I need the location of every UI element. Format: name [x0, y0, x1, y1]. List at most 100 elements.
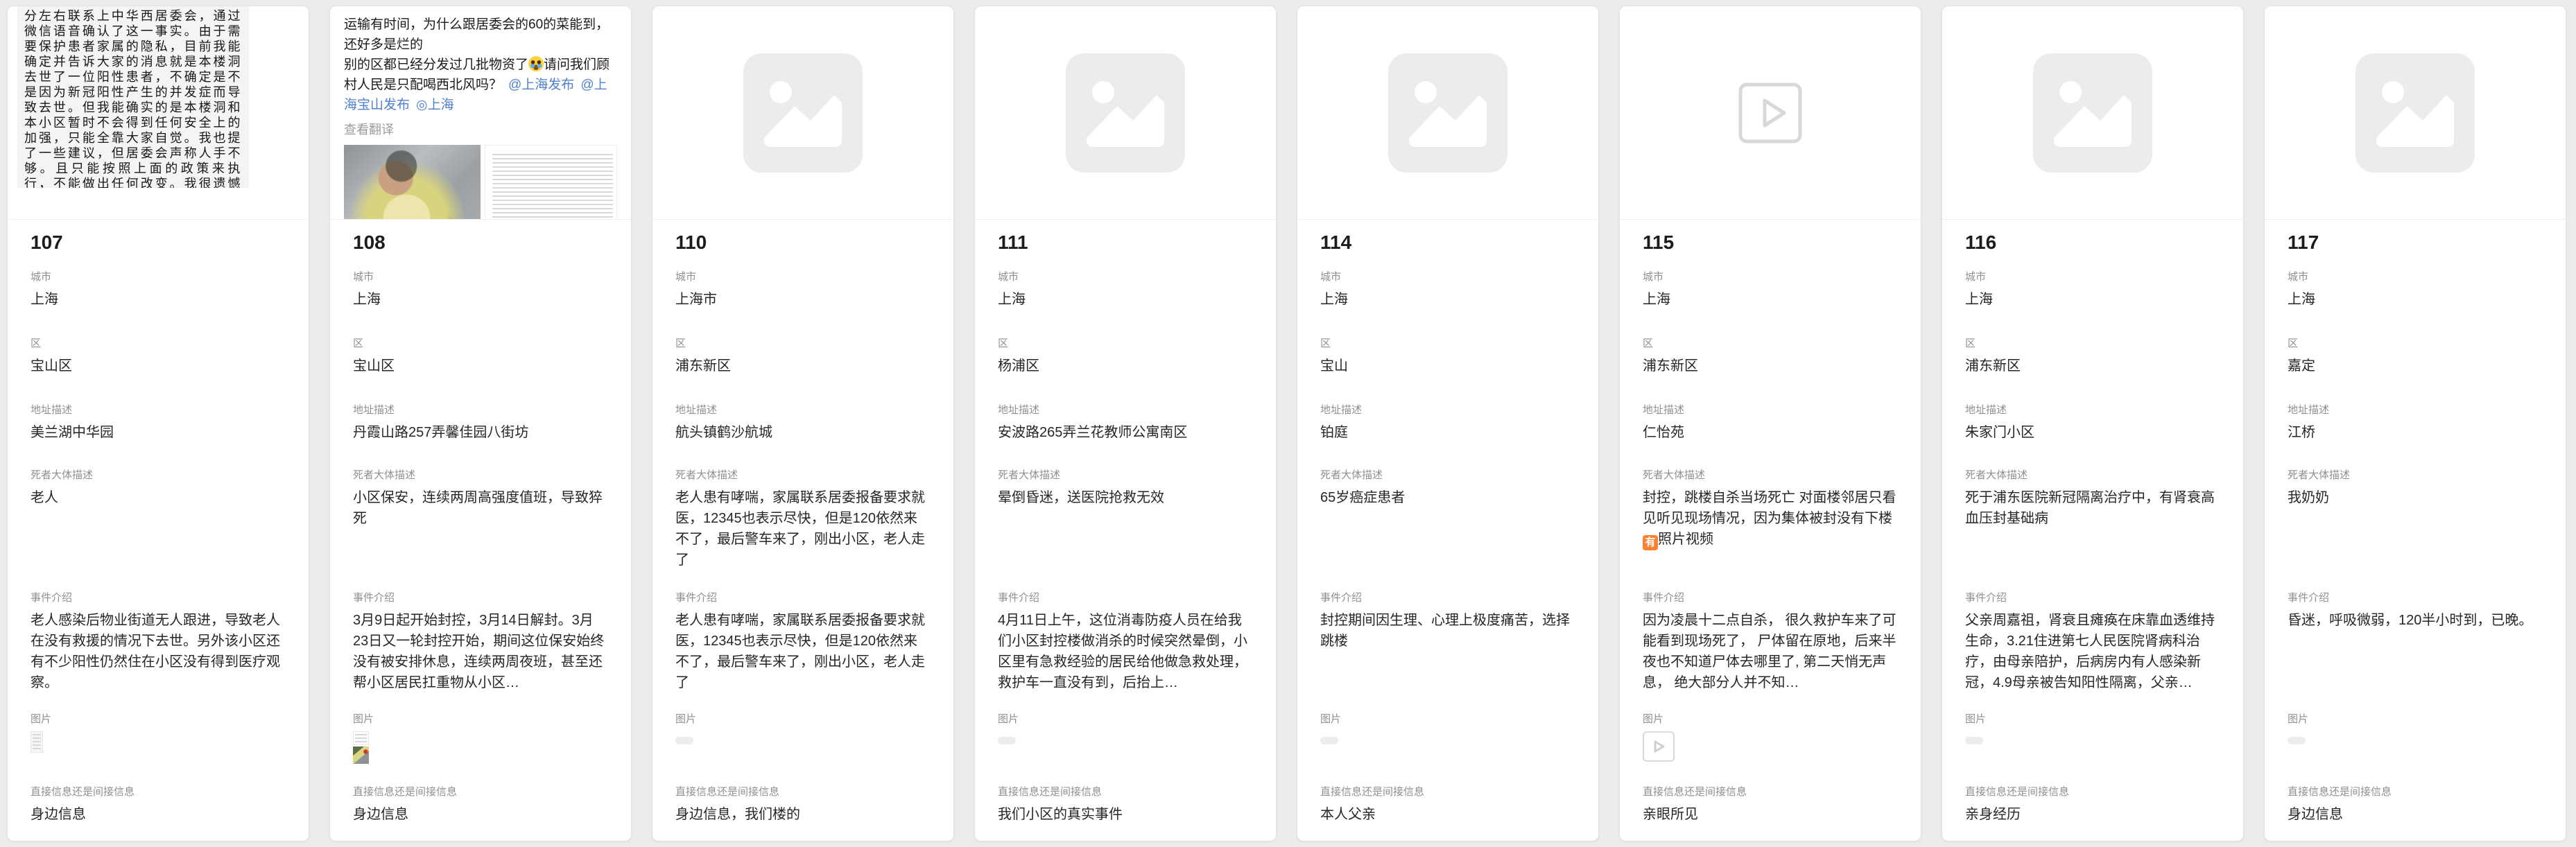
field-city: 城市 上海	[1320, 271, 1575, 338]
mention-link[interactable]: @上海发布	[508, 78, 574, 92]
field-event-intro: 事件介绍 父亲周嘉祖，肾衰且瘫痪在床靠血透维持生命，3.21住进第七人民医院肾病…	[1965, 592, 2220, 713]
case-card[interactable]: 115 城市 上海 区 浦东新区 地址描述 仁怡苑 死者大体描述 封控，跳楼自杀…	[1619, 6, 1921, 841]
field-label-event: 事件介绍	[1965, 592, 2220, 604]
field-label-deceased: 死者大体描述	[353, 469, 608, 482]
case-card[interactable]: 117 城市 上海 区 嘉定 地址描述 江桥 死者大体描述 我奶奶 事件介绍 昏…	[2264, 6, 2566, 841]
field-event-intro: 事件介绍 因为凌晨十二点自杀， 很久救护车来了可能看到现场死了， 尸体留在原地，…	[1643, 592, 1898, 713]
field-deceased-description: 死者大体描述 65岁癌症患者	[1320, 469, 1575, 592]
case-card[interactable]: 运输有时间，为什么跟居委会的60的菜能到，还好多是烂的别的区都已经分发过几批物资…	[329, 6, 632, 841]
image-placeholder-icon	[2033, 53, 2152, 173]
image-placeholder-icon	[743, 53, 863, 173]
field-value-district: 杨浦区	[998, 356, 1253, 376]
card-body: 116 城市 上海 区 浦东新区 地址描述 朱家门小区 死者大体描述 死于浦东医…	[1942, 220, 2243, 825]
video-play-icon	[1738, 82, 1802, 143]
field-label-event: 事件介绍	[675, 592, 931, 604]
image-placeholder	[1297, 6, 1598, 219]
mention-link[interactable]: ◎上海	[416, 98, 454, 112]
media-social-post: 运输有时间，为什么跟居委会的60的菜能到，还好多是烂的别的区都已经分发过几批物资…	[330, 6, 631, 220]
image-thumbnail[interactable]	[998, 737, 1016, 744]
field-image: 图片	[2288, 713, 2543, 786]
field-event-intro: 事件介绍 昏迷，呼吸微弱，120半小时到，已晚。	[2288, 592, 2543, 713]
field-address: 地址描述 丹霞山路257弄馨佳园八街坊	[353, 404, 608, 469]
card-number: 111	[998, 220, 1253, 271]
card-media[interactable]: 运输有时间，为什么跟居委会的60的菜能到，还好多是烂的别的区都已经分发过几批物资…	[330, 6, 631, 220]
field-image: 图片	[1643, 713, 1898, 786]
post-text: 运输有时间，为什么跟居委会的60的菜能到，还好多是烂的别的区都已经分发过几批物资…	[344, 15, 617, 115]
field-label-city: 城市	[1965, 271, 2220, 283]
case-card[interactable]: 分左右联系上中华西居委会，通过微信语音确认了这一事实。由于需要保护患者家属的隐私…	[7, 6, 309, 841]
video-placeholder[interactable]	[1620, 6, 1921, 219]
image-thumbnail[interactable]	[675, 737, 693, 744]
field-deceased-description: 死者大体描述 我奶奶	[2288, 469, 2543, 592]
card-media[interactable]	[1942, 6, 2243, 220]
field-label-district: 区	[31, 338, 286, 350]
card-media[interactable]: 分左右联系上中华西居委会，通过微信语音确认了这一事实。由于需要保护患者家属的隐私…	[8, 6, 309, 220]
see-translation-link[interactable]: 查看翻译	[344, 120, 617, 138]
field-district: 区 浦东新区	[1965, 338, 2220, 404]
field-label-address: 地址描述	[675, 404, 931, 417]
field-label-direct: 直接信息还是间接信息	[1320, 786, 1575, 798]
field-value-city: 上海	[31, 289, 286, 310]
field-value-city: 上海	[1965, 289, 2220, 310]
card-media[interactable]	[975, 6, 1276, 220]
cabbage-photo[interactable]	[344, 145, 481, 220]
cards-row: 分左右联系上中华西居委会，通过微信语音确认了这一事实。由于需要保护患者家属的隐私…	[0, 0, 2576, 847]
field-value-district: 浦东新区	[1643, 356, 1898, 376]
card-media[interactable]	[652, 6, 953, 220]
image-thumbnail[interactable]	[353, 731, 369, 745]
field-direct-or-indirect: 直接信息还是间接信息 身边信息，我们楼的	[675, 786, 931, 825]
field-image: 图片	[998, 713, 1253, 786]
field-city: 城市 上海	[2288, 271, 2543, 338]
field-value-direct: 身边信息	[31, 804, 286, 825]
field-value-address: 安波路265弄兰花教师公寓南区	[998, 422, 1253, 443]
field-label-deceased: 死者大体描述	[998, 469, 1253, 482]
case-card[interactable]: 110 城市 上海市 区 浦东新区 地址描述 航头镇鹤沙航城 死者大体描述 老人…	[652, 6, 954, 841]
case-card[interactable]: 114 城市 上海 区 宝山 地址描述 铂庭 死者大体描述 65岁癌症患者 事件…	[1297, 6, 1599, 841]
field-deceased-description: 死者大体描述 老人患有哮喘，家属联系居委报备要求就医，12345也表示尽快，但是…	[675, 469, 931, 592]
field-value-district: 宝山区	[31, 356, 286, 376]
field-value-city: 上海	[2288, 289, 2543, 310]
image-thumbnails[interactable]	[353, 731, 608, 764]
card-body: 114 城市 上海 区 宝山 地址描述 铂庭 死者大体描述 65岁癌症患者 事件…	[1297, 220, 1598, 825]
case-card[interactable]: 111 城市 上海 区 杨浦区 地址描述 安波路265弄兰花教师公寓南区 死者大…	[974, 6, 1277, 841]
video-thumbnail[interactable]	[1643, 731, 1675, 762]
image-placeholder	[652, 6, 953, 219]
field-direct-or-indirect: 直接信息还是间接信息 本人父亲	[1320, 786, 1575, 825]
field-direct-or-indirect: 直接信息还是间接信息 亲身经历	[1965, 786, 2220, 825]
image-thumbnail[interactable]	[1965, 737, 1983, 744]
field-label-image: 图片	[1965, 713, 2220, 726]
field-label-direct: 直接信息还是间接信息	[31, 786, 286, 798]
card-media[interactable]	[1620, 6, 1921, 220]
case-card[interactable]: 116 城市 上海 区 浦东新区 地址描述 朱家门小区 死者大体描述 死于浦东医…	[1942, 6, 2244, 841]
field-label-event: 事件介绍	[353, 592, 608, 604]
field-city: 城市 上海	[998, 271, 1253, 338]
image-thumbnail[interactable]	[2288, 737, 2306, 744]
image-thumbnail[interactable]	[353, 746, 369, 764]
field-label-image: 图片	[2288, 713, 2543, 726]
image-placeholder-icon	[1388, 53, 1507, 173]
field-city: 城市 上海市	[675, 271, 931, 338]
image-thumbnail[interactable]	[31, 731, 43, 753]
field-value-district: 浦东新区	[675, 356, 931, 376]
field-value-deceased: 死于浦东医院新冠隔离治疗中，有肾衰高血压封基础病	[1965, 487, 2220, 529]
card-media[interactable]	[2265, 6, 2566, 220]
card-number: 107	[31, 220, 286, 271]
field-image: 图片	[353, 713, 608, 786]
field-value-district: 嘉定	[2288, 356, 2543, 376]
post-text-screenshot[interactable]	[485, 145, 617, 220]
field-label-image: 图片	[31, 713, 286, 726]
card-number: 108	[353, 220, 608, 271]
field-value-district: 宝山	[1320, 356, 1575, 376]
field-label-city: 城市	[2288, 271, 2543, 283]
field-label-image: 图片	[675, 713, 931, 726]
field-direct-or-indirect: 直接信息还是间接信息 身边信息	[2288, 786, 2543, 825]
card-media[interactable]	[1297, 6, 1598, 220]
field-address: 地址描述 安波路265弄兰花教师公寓南区	[998, 404, 1253, 469]
field-label-address: 地址描述	[2288, 404, 2543, 417]
image-thumbnail[interactable]	[1320, 737, 1338, 744]
field-event-intro: 事件介绍 3月9日起开始封控，3月14日解封。3月23日又一轮封控开始，期间这位…	[353, 592, 608, 713]
have-photo-video-emoji: 有	[1643, 535, 1658, 550]
field-event-intro: 事件介绍 老人患有哮喘，家属联系居委报备要求就医，12345也表示尽快，但是12…	[675, 592, 931, 713]
field-district: 区 宝山	[1320, 338, 1575, 404]
field-value-event: 3月9日起开始封控，3月14日解封。3月23日又一轮封控开始，期间这位保安始终没…	[353, 610, 608, 693]
